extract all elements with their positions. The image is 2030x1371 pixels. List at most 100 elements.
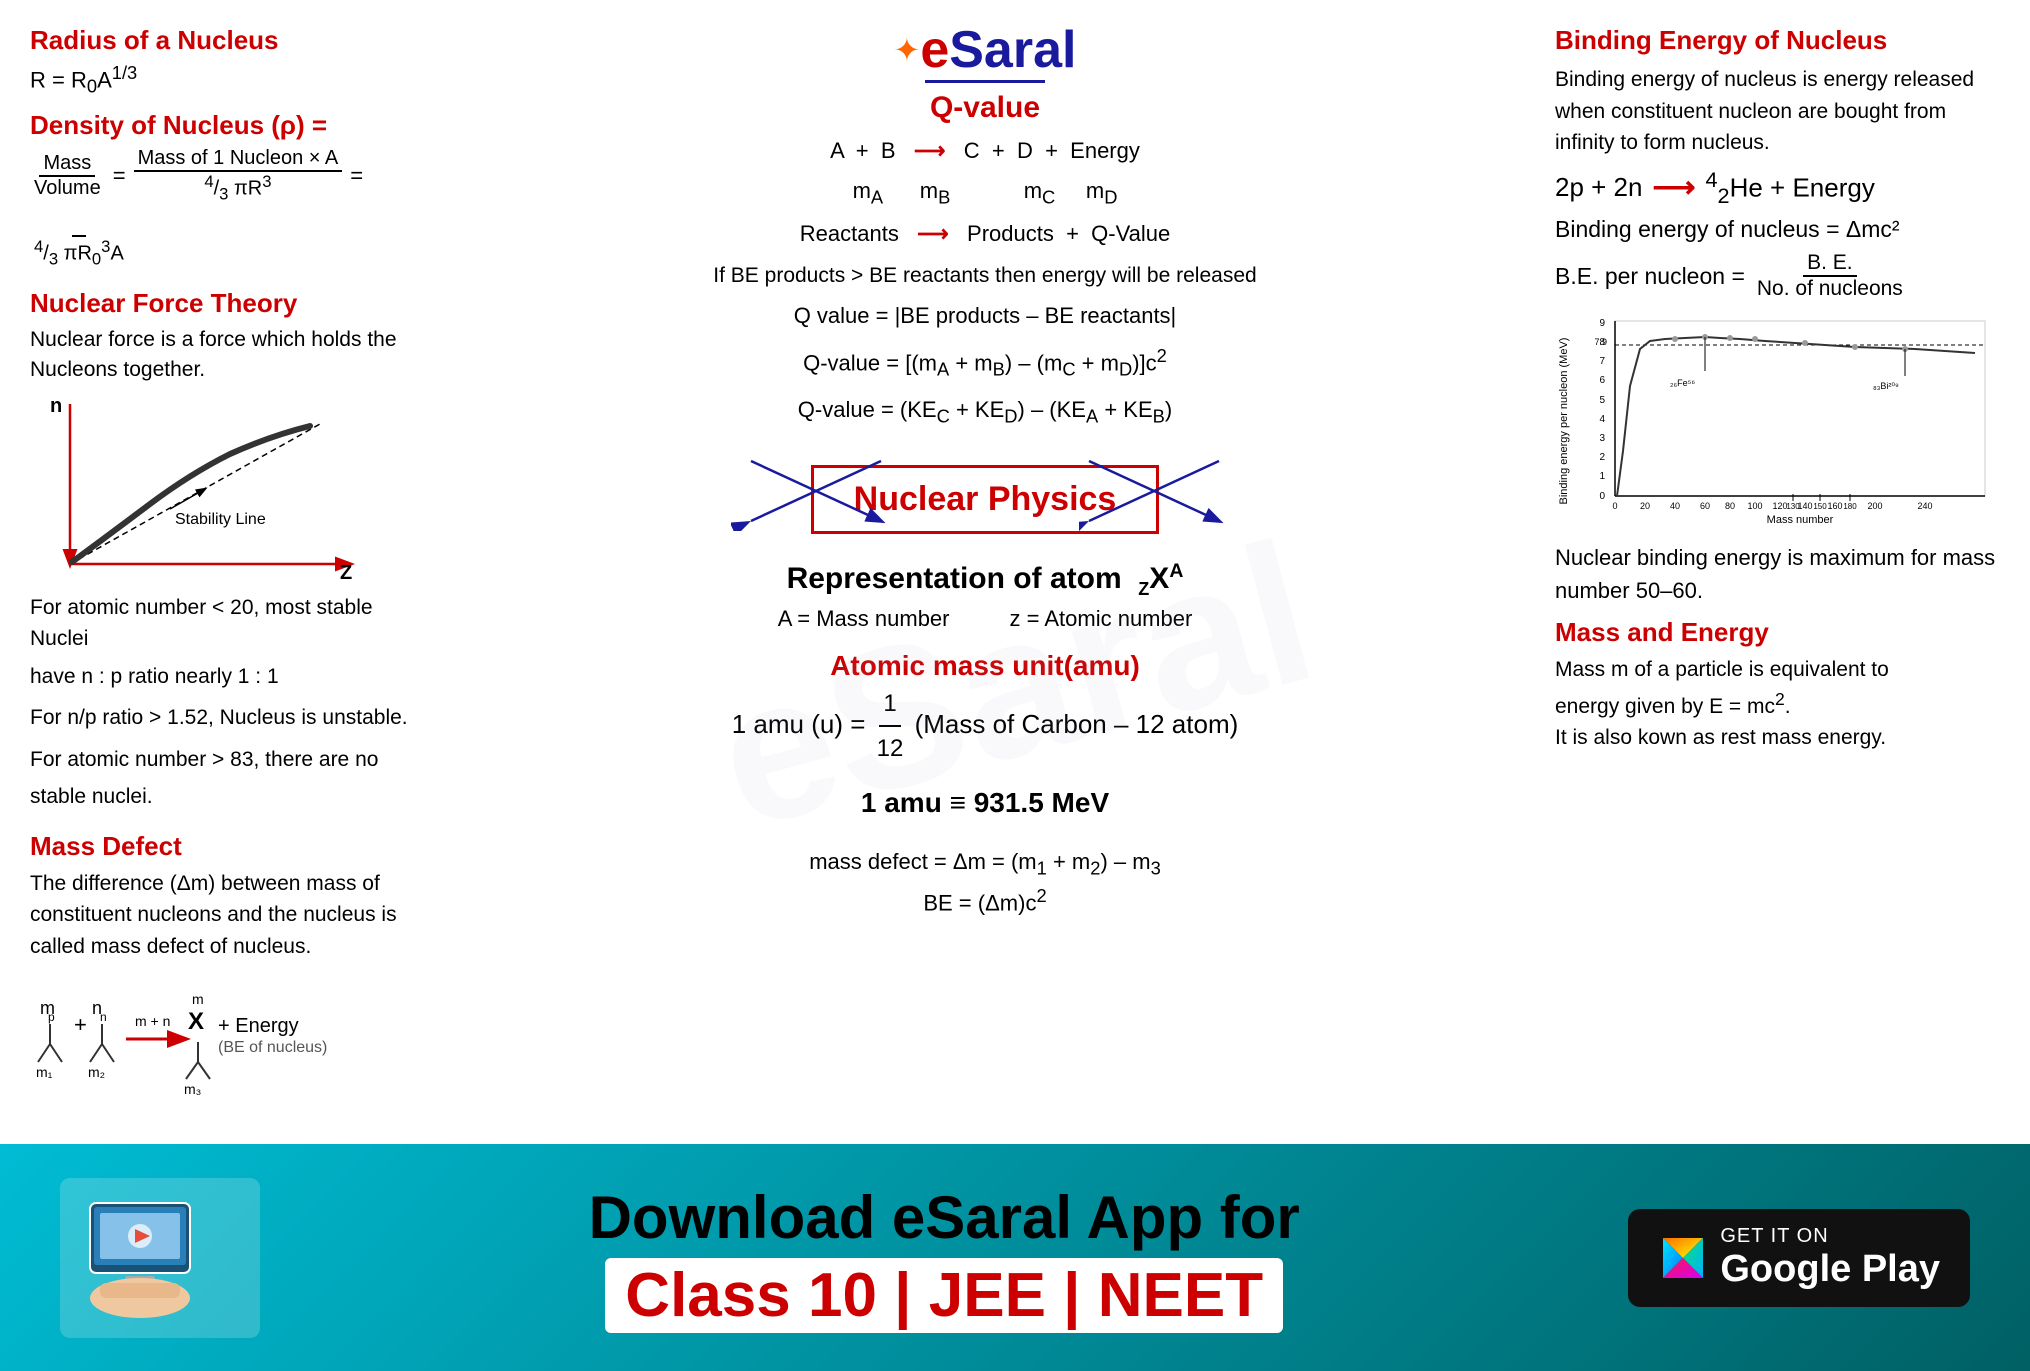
amu-fraction: 1 12 <box>873 682 908 770</box>
svg-text:4: 4 <box>1599 414 1605 425</box>
frac-volume: Volume <box>30 177 105 200</box>
mass-defect-text1: The difference (Δm) between mass of <box>30 868 415 900</box>
svg-text:2: 2 <box>1599 452 1605 463</box>
svg-text:7.9: 7.9 <box>1594 337 1607 347</box>
reaction-line1: A + B ⟶ C + D + Energy <box>800 131 1170 171</box>
reaction-line2: mA mB mC mD <box>800 171 1170 214</box>
left-column: Radius of a Nucleus R = R0A1/3 Density o… <box>25 20 425 1124</box>
svg-text:X: X <box>188 1008 204 1035</box>
logo-text: eSaral <box>920 20 1076 80</box>
density-title: Density of Nucleus (ρ) = <box>30 110 415 141</box>
binding-energy-chart: Binding energy per nucleon (MeV) 0 1 2 3… <box>1555 311 1995 531</box>
he-reactants: 2p + 2n <box>1555 172 1642 203</box>
atomic-note5: stable nuclei. <box>30 781 415 813</box>
svg-text:Stability Line: Stability Line <box>175 511 266 528</box>
density-section: Density of Nucleus (ρ) = Mass Volume = M… <box>30 110 415 270</box>
svg-text:40: 40 <box>1670 501 1680 511</box>
svg-text:n: n <box>100 1010 107 1024</box>
be-numer: B. E. <box>1803 251 1857 277</box>
rep-a-label: A = Mass number <box>778 606 950 632</box>
svg-text:Z: Z <box>340 562 352 584</box>
be-eq: BE = (Δm)c2 <box>923 885 1046 916</box>
svg-text:m₃: m₃ <box>184 1081 201 1097</box>
google-play-button[interactable]: GET IT ON Google Play <box>1628 1209 1970 1307</box>
nucleon-denom: 4/3 πR3 <box>200 172 275 205</box>
radius-section: Radius of a Nucleus R = R0A1/3 <box>30 25 415 98</box>
equals2: = <box>350 163 363 189</box>
svg-text:180: 180 <box>1843 502 1857 511</box>
svg-text:5: 5 <box>1599 395 1605 406</box>
banner-image <box>60 1178 260 1338</box>
svg-text:1: 1 <box>1599 471 1605 482</box>
mass-defect-title: Mass Defect <box>30 831 415 862</box>
me-text2: energy given by E = mc2. <box>1555 686 2000 723</box>
amu-title: Atomic mass unit(amu) <box>830 650 1140 682</box>
right-arrows-svg <box>1079 451 1239 531</box>
esaral-logo: ✦ eSaral <box>894 20 1077 83</box>
nuclear-physics-label: Nuclear Physics <box>854 480 1117 518</box>
right-column: Binding Energy of Nucleus Binding energy… <box>1545 20 2005 1124</box>
svg-text:60: 60 <box>1700 501 1710 511</box>
atomic-note3: For n/p ratio > 1.52, Nucleus is unstabl… <box>30 702 415 734</box>
logo-underline <box>925 80 1045 83</box>
be-per-nucleon: B.E. per nucleon = B. E. No. of nucleons <box>1555 251 2000 301</box>
google-play-text: Google Play <box>1720 1248 1940 1291</box>
nf-text: Nuclear force is a force which holds the… <box>30 325 415 386</box>
atomic-notes: For atomic number < 20, most stable Nucl… <box>30 592 415 813</box>
mass-volume-fraction: Mass Volume <box>30 152 105 200</box>
svg-text:₈₃Bi²⁰⁹: ₈₃Bi²⁰⁹ <box>1873 381 1899 391</box>
svg-text:100: 100 <box>1747 501 1762 511</box>
mass-defect-diagram-section: m p m₁ + n n <box>30 974 415 1119</box>
q-formula1: Q value = |BE products – BE reactants| <box>445 294 1525 338</box>
be-formula: Binding energy of nucleus = Δmc² <box>1555 216 2000 243</box>
svg-text:+ Energy: + Energy <box>218 1015 299 1037</box>
r0-numer <box>72 212 86 237</box>
svg-text:80: 80 <box>1725 501 1735 511</box>
density-formula: Mass Volume = Mass of 1 Nucleon × A 4/3 … <box>30 147 415 270</box>
svg-text:p: p <box>48 1010 55 1024</box>
svg-text:7: 7 <box>1599 356 1605 367</box>
q-formula2: Q-value = [(mA + mB) – (mC + mD)]c2 <box>445 338 1525 388</box>
svg-text:Binding energy per nucleon (Me: Binding energy per nucleon (MeV) <box>1558 338 1570 505</box>
be-per-prefix: B.E. per nucleon = <box>1555 263 1745 290</box>
gp-text: GET IT ON Google Play <box>1720 1225 1940 1291</box>
mass-defect-svg: m p m₁ + n n <box>30 974 410 1114</box>
svg-text:240: 240 <box>1917 501 1932 511</box>
qval-reaction: A + B ⟶ C + D + Energy mA mB mC mD React… <box>800 131 1170 254</box>
logo-e: e <box>920 21 949 79</box>
svg-text:3: 3 <box>1599 433 1605 444</box>
logo-saral: Saral <box>949 21 1076 79</box>
svg-text:0: 0 <box>1612 501 1617 511</box>
if-be-text: If BE products > BE reactants then energ… <box>713 264 1256 288</box>
amu-formulas: 1 amu (u) = 1 12 (Mass of Carbon – 12 at… <box>732 682 1239 829</box>
he-reaction: 2p + 2n ⟶ 42He + Energy <box>1555 167 2000 209</box>
main-content: Radius of a Nucleus R = R0A1/3 Density o… <box>0 0 2030 1144</box>
amu-formula2: 1 amu ≡ 931.5 MeV <box>732 778 1239 828</box>
rep-labels: A = Mass number z = Atomic number <box>778 606 1193 632</box>
binding-title: Binding Energy of Nucleus <box>1555 25 2000 56</box>
binding-text: Binding energy of nucleus is energy rele… <box>1555 64 2000 159</box>
svg-text:130: 130 <box>1786 502 1800 511</box>
mass-defect-text2: constituent nucleons and the nucleus is <box>30 899 415 931</box>
nf-text1: Nuclear force is a force which holds the <box>30 328 397 351</box>
svg-text:Mass number: Mass number <box>1767 514 1834 526</box>
equals1: = <box>113 163 126 189</box>
svg-text:160: 160 <box>1827 501 1842 511</box>
banner-center: Download eSaral App for Class 10 | JEE |… <box>260 1183 1628 1333</box>
tablet-illustration <box>80 1198 240 1318</box>
radius-title: Radius of a Nucleus <box>30 25 415 56</box>
he-product: 42He + Energy <box>1706 167 1875 209</box>
svg-text:n: n <box>50 395 62 417</box>
be-denom: No. of nucleons <box>1753 277 1907 301</box>
banner-subtitle: Class 10 | JEE | NEET <box>605 1258 1283 1333</box>
svg-text:0: 0 <box>1599 491 1605 502</box>
svg-text:m: m <box>192 991 204 1007</box>
svg-text:₂₆Fe⁵⁶: ₂₆Fe⁵⁶ <box>1670 378 1695 388</box>
svg-text:6: 6 <box>1599 375 1605 386</box>
center-column: ✦ eSaral Q-value A + B ⟶ C + D + Energy … <box>435 20 1535 1124</box>
rep-z-label: z = Atomic number <box>1010 606 1193 632</box>
atomic-note2: have n : p ratio nearly 1 : 1 <box>30 661 415 693</box>
chart-svg: Binding energy per nucleon (MeV) 0 1 2 3… <box>1555 311 1995 531</box>
mass-energy-title: Mass and Energy <box>1555 617 2000 648</box>
svg-text:(BE of nucleus): (BE of nucleus) <box>218 1039 327 1056</box>
